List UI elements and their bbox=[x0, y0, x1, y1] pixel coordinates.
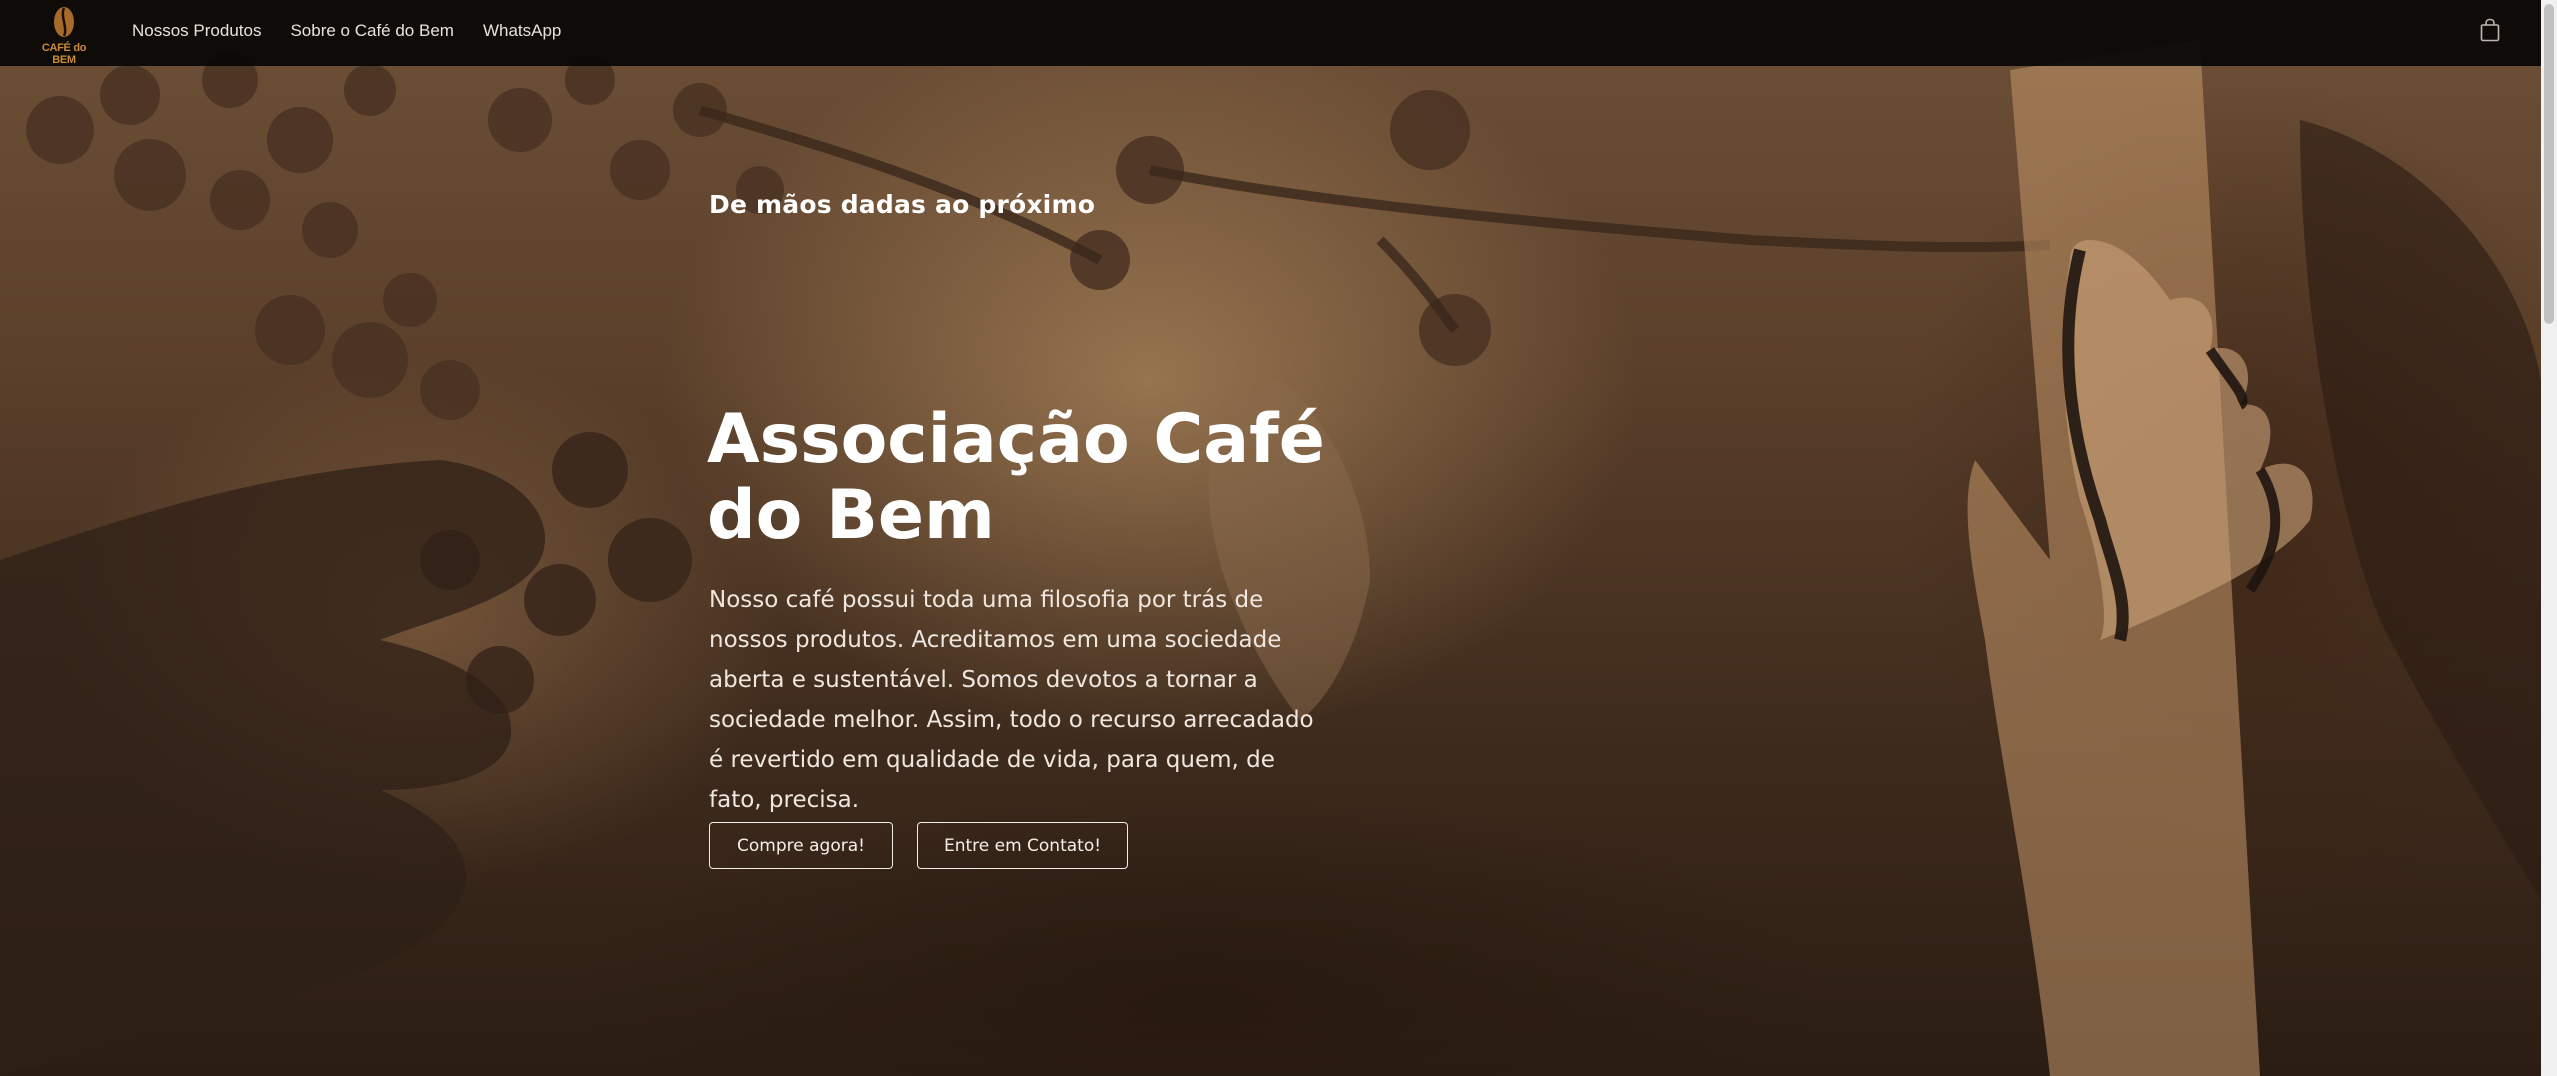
nav-item-nossos-produtos[interactable]: Nossos Produtos bbox=[132, 20, 261, 42]
hero-description: Nosso café possui toda uma filosofia por… bbox=[709, 587, 1314, 813]
coffee-bean-icon bbox=[54, 7, 74, 37]
hero-title: Associação Café do Bem bbox=[707, 400, 1325, 555]
page: CAFÉ do BEM Nossos Produtos Sobre o Café… bbox=[0, 0, 2557, 1076]
main-nav: Nossos Produtos Sobre o Café do Bem What… bbox=[132, 20, 590, 42]
nav-item-sobre[interactable]: Sobre o Café do Bem bbox=[290, 20, 453, 42]
scrollbar-thumb[interactable] bbox=[2544, 4, 2554, 324]
brand-logo[interactable]: CAFÉ do BEM bbox=[34, 4, 94, 66]
logo-wordmark: CAFÉ do BEM bbox=[41, 42, 87, 66]
contact-button[interactable]: Entre em Contato! bbox=[917, 822, 1128, 869]
buy-now-button[interactable]: Compre agora! bbox=[709, 822, 893, 869]
hero-kicker: De mãos dadas ao próximo bbox=[709, 190, 1096, 219]
site-header: CAFÉ do BEM Nossos Produtos Sobre o Café… bbox=[0, 0, 2541, 66]
shopping-bag-icon[interactable] bbox=[2480, 18, 2500, 42]
nav-item-whatsapp[interactable]: WhatsApp bbox=[483, 20, 561, 42]
page-scrollbar[interactable] bbox=[2541, 0, 2557, 1076]
